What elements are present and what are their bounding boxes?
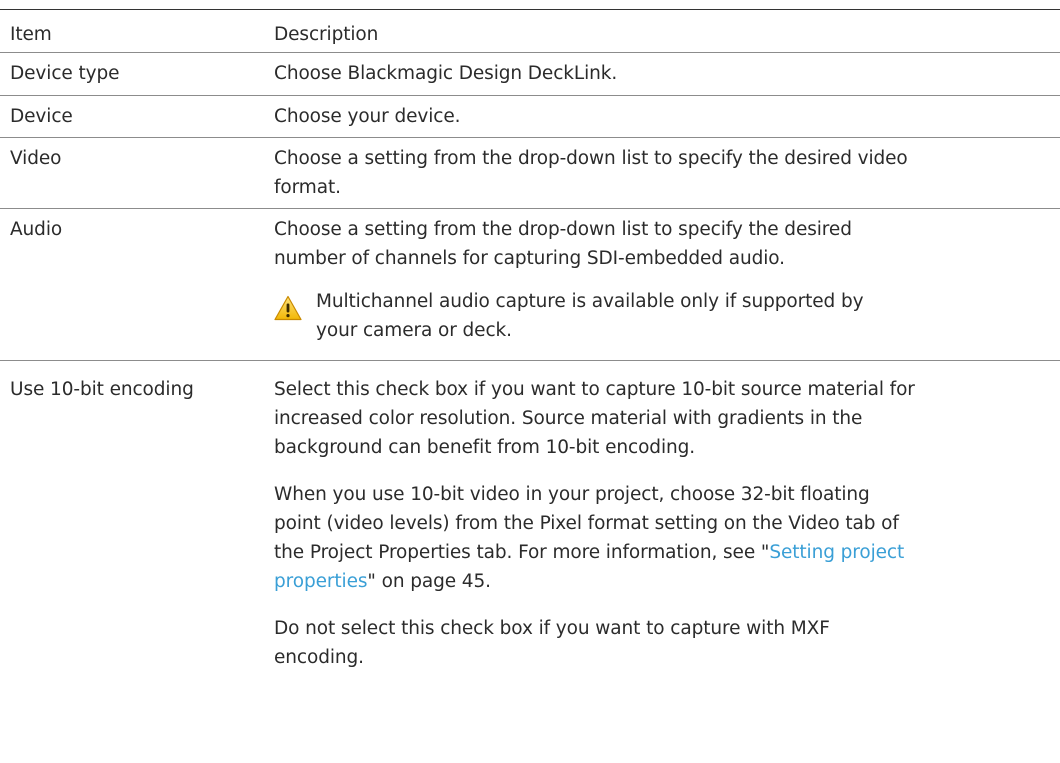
row-description-cell: Choose your device. [274,96,1034,137]
table-row: Device Choose your device. [0,96,1060,138]
warning-note-line1: Multichannel audio capture is available … [316,291,864,312]
row-item-audio: Audio [10,219,63,240]
header-item: Item [0,10,274,52]
row-description-device: Choose your device. [274,106,461,127]
row-description-device-type: Choose Blackmagic Design DeckLink. [274,63,618,84]
encoding-p2-line4-text: " on page 45. [367,571,491,592]
row-item-device: Device [10,106,73,127]
row-item-encoding: Use 10-bit encoding [10,379,194,400]
row-description-cell: Choose Blackmagic Design DeckLink. [274,53,1034,95]
header-description-label: Description [274,24,379,45]
encoding-p2-line4: properties" on page 45. [274,567,1028,596]
encoding-p2-line3-text: the Project Properties tab. For more inf… [274,542,770,563]
encoding-paragraph-3: Do not select this check box if you want… [274,614,1028,672]
setting-project-properties-link-part1[interactable]: Setting project [769,542,904,563]
header-item-label: Item [10,24,52,45]
row-description-cell: Select this check box if you want to cap… [274,361,1034,721]
row-description-cell: Choose a setting from the drop-down list… [274,138,1034,208]
encoding-p2-line3: the Project Properties tab. For more inf… [274,538,1028,567]
warning-triangle-icon [274,295,302,321]
row-description-video-line2: format. [274,177,341,198]
encoding-p2-line1: When you use 10-bit video in your projec… [274,484,870,505]
encoding-p1-line3: background can benefit from 10-bit encod… [274,437,696,458]
encoding-p1-line2: increased color resolution. Source mater… [274,408,863,429]
row-item-cell: Audio [0,209,274,360]
row-item-cell: Video [0,138,274,208]
row-item-device-type: Device type [10,63,120,84]
warning-note-text: Multichannel audio capture is available … [316,287,864,345]
encoding-p2-line2: point (video levels) from the Pixel form… [274,513,899,534]
header-description: Description [274,10,1034,52]
table-row: Video Choose a setting from the drop-dow… [0,138,1060,209]
encoding-p3-line2: encoding. [274,647,364,668]
row-item-cell: Device [0,96,274,137]
warning-note: Multichannel audio capture is available … [274,287,1028,345]
row-item-cell: Use 10-bit encoding [0,361,274,721]
encoding-paragraph-2: When you use 10-bit video in your projec… [274,480,1028,596]
encoding-p1-line1: Select this check box if you want to cap… [274,379,915,400]
row-description-audio-line2: number of channels for capturing SDI-emb… [274,248,785,269]
row-item-video: Video [10,148,62,169]
encoding-p3-line1: Do not select this check box if you want… [274,618,830,639]
settings-table: Item Description Device type Choose Blac… [0,9,1060,721]
table-header-row: Item Description [0,10,1060,53]
encoding-paragraph-1: Select this check box if you want to cap… [274,361,1028,462]
table-row: Audio Choose a setting from the drop-dow… [0,209,1060,361]
table-row: Device type Choose Blackmagic Design Dec… [0,53,1060,96]
row-description-audio-line1: Choose a setting from the drop-down list… [274,219,852,240]
setting-project-properties-link-part2[interactable]: properties [274,571,368,592]
warning-note-line2: your camera or deck. [316,320,512,341]
row-item-cell: Device type [0,53,274,95]
row-description-cell: Choose a setting from the drop-down list… [274,209,1034,360]
table-row: Use 10-bit encoding Select this check bo… [0,361,1060,721]
row-description-video-line1: Choose a setting from the drop-down list… [274,148,908,169]
